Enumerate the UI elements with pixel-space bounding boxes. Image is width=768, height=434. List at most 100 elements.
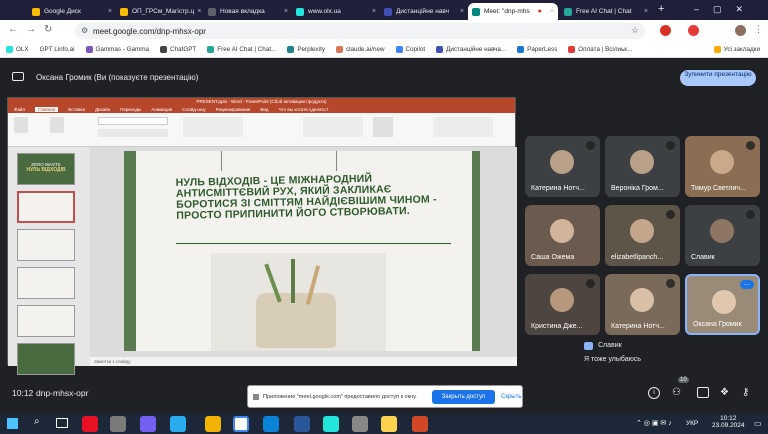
browser-tab[interactable]: ОП_ГРСм_Магістр.ц × (116, 3, 204, 20)
folder-icon[interactable] (381, 416, 397, 432)
profile-avatar[interactable] (735, 25, 746, 36)
close-tab-icon[interactable]: × (105, 8, 112, 15)
close-tab-icon[interactable]: × (547, 8, 554, 15)
reload-icon[interactable]: ↻ (44, 24, 52, 35)
chrome-icon[interactable] (233, 416, 249, 432)
bookmark-item[interactable]: claude.ai/new (335, 46, 385, 53)
ppt-title-bar: PRESENT.pptx - Word - PowerPoint (Сбой а… (8, 98, 515, 105)
chat-notification[interactable]: Славик Я тоже улыбаюсь (580, 336, 765, 370)
close-tab-icon[interactable]: × (369, 8, 376, 15)
new-tab-icon[interactable]: + (658, 3, 664, 15)
browser-tab[interactable]: Новая вкладка × (204, 3, 292, 20)
close-tab-icon[interactable]: × (457, 8, 464, 15)
close-tab-icon[interactable]: × (281, 8, 288, 15)
windows-taskbar: ⌕ ⌃ ◎ ▣ ✉ ♪ УКР 10:12 23.09.2024 ▭ (0, 413, 768, 434)
ppt-tab: Что вы хотите сделать? (278, 106, 329, 112)
chat-icon (207, 46, 215, 53)
bookmark-item[interactable]: Gammas - Gamma (85, 46, 149, 53)
host-controls-icon[interactable]: ⚷ (742, 387, 749, 398)
explorer-icon[interactable] (205, 416, 221, 432)
avatar (630, 219, 654, 243)
telegram-icon[interactable] (170, 416, 186, 432)
word-icon[interactable] (294, 416, 310, 432)
slide-thumbnails-pane: ZERO WASTE НУЛЬ ВІДХОДІВ (8, 147, 90, 375)
participant-tile[interactable]: Вероніка Гром... (605, 136, 680, 197)
activities-icon[interactable]: ❖ (720, 387, 729, 398)
app-icon[interactable] (352, 416, 368, 432)
opera-icon[interactable] (82, 416, 98, 432)
powerpoint-icon[interactable] (412, 416, 428, 432)
language-indicator[interactable]: УКР (686, 420, 698, 427)
close-tab-icon[interactable]: × (194, 8, 201, 15)
search-icon[interactable]: ⌕ (34, 416, 40, 427)
viber-icon[interactable] (140, 416, 156, 432)
all-bookmarks[interactable]: Усі закладки (713, 46, 760, 53)
bookmark-item[interactable]: Perplexity (287, 46, 325, 53)
gamma-icon (85, 46, 93, 53)
avatar (712, 290, 736, 314)
olx-app-icon[interactable] (323, 416, 339, 432)
close-tab-icon[interactable]: × (641, 8, 648, 15)
drag-handle-icon[interactable] (253, 394, 259, 400)
browser-tab[interactable]: www.olx.ua × (292, 3, 380, 20)
stop-presenting-button[interactable]: Зупинити презентацію (680, 70, 756, 86)
participant-tile[interactable]: Кристина Дже... (525, 274, 600, 335)
bookmark-item[interactable]: Оплата | Всілиьк... (568, 46, 632, 53)
extension-icon[interactable] (660, 25, 671, 36)
ppt-tab: Слайд-шоу (182, 106, 206, 112)
forward-icon[interactable]: → (26, 24, 36, 35)
bookmark-item[interactable]: ChatGPT (160, 46, 196, 53)
bookmark-item[interactable]: Дистанційне навча... (436, 46, 506, 53)
bookmark-item[interactable]: PaperLess (517, 46, 557, 53)
file-icon[interactable] (110, 416, 126, 432)
olx-icon (296, 7, 304, 16)
participant-tile[interactable]: elizabetlipanch... (605, 205, 680, 266)
ppt-tab: Вставка (68, 106, 85, 112)
clock[interactable]: 10:12 23.09.2024 (712, 415, 745, 429)
participant-tile[interactable]: Славик (685, 205, 760, 266)
participant-tile[interactable]: Катерина Нотч... (525, 136, 600, 197)
participant-tile[interactable]: Катерина Нотч... (605, 274, 680, 335)
menu-icon[interactable]: ⋮ (754, 24, 763, 35)
bookmark-star-icon[interactable]: ☆ (631, 25, 639, 36)
edge-icon[interactable] (263, 416, 279, 432)
back-icon[interactable]: ← (8, 24, 18, 35)
bookmark-item[interactable]: OLX (6, 46, 29, 53)
meeting-info-icon[interactable]: i (648, 387, 660, 399)
browser-tab[interactable]: Free AI Chat | Chat × (560, 3, 652, 20)
task-view-icon[interactable] (56, 418, 68, 428)
ppt-tab: Анимация (151, 106, 173, 112)
perplexity-icon (287, 46, 295, 53)
notification-icon[interactable]: ▭ (754, 419, 762, 428)
participant-tile[interactable]: Тимур Светлич... (685, 136, 760, 197)
hide-notice-link[interactable]: Скрыть (501, 394, 521, 400)
window-controls[interactable]: –▢✕ (694, 4, 757, 15)
windows-start-icon[interactable] (7, 418, 18, 429)
share-notice-text: Приложение "meet.google.com" предоставил… (263, 394, 417, 400)
bookmark-item[interactable]: Copilot (395, 46, 425, 53)
tray-icons[interactable]: ⌃ ◎ ▣ ✉ ♪ (636, 419, 672, 427)
stop-sharing-button[interactable]: Закрыть доступ (432, 390, 495, 404)
browser-tab[interactable]: Google Диск × (28, 3, 116, 20)
slide-thumbnail-selected (17, 191, 75, 223)
site-info-icon[interactable]: ⚙ (81, 26, 88, 35)
mic-off-icon (746, 210, 755, 219)
participant-tile-self[interactable]: … Оксана Громик (685, 274, 760, 335)
extension-icon[interactable] (688, 25, 699, 36)
browser-tab-active[interactable]: Meet: "dnp-mhs ● × (468, 3, 558, 20)
slide-divider (221, 151, 222, 171)
slide-thumbnail (17, 343, 75, 375)
drive-icon (32, 7, 40, 16)
more-options-icon[interactable]: … (740, 280, 754, 289)
participant-tile[interactable]: Саша Ожема (525, 205, 600, 266)
chat-icon[interactable] (697, 387, 709, 398)
mic-off-icon (666, 279, 675, 288)
ppt-tab: Вид (260, 106, 269, 112)
slide-thumbnail (17, 229, 75, 261)
bookmark-item[interactable]: GPT Linfo.ai (40, 46, 75, 53)
browser-toolbar: ← → ↻ ⚙ meet.google.com/dnp-mhsx-opr ☆ ⋮ (0, 20, 768, 42)
address-bar[interactable]: ⚙ meet.google.com/dnp-mhsx-opr ☆ (75, 23, 645, 39)
bookmark-item[interactable]: Free AI Chat | Chat... (207, 46, 276, 53)
people-icon[interactable]: ⚇ (672, 387, 681, 398)
browser-tab[interactable]: Дистанційне навч × (380, 3, 468, 20)
